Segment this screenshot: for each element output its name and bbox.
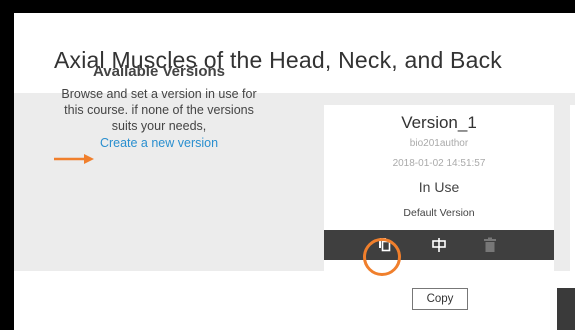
default-version-label: Default Version [403,207,475,219]
version-status: In Use [418,179,460,195]
copy-highlight-circle [363,238,401,276]
edit-button[interactable] [424,230,454,260]
copy-tooltip: Copy [412,288,468,310]
available-versions-panel: Available Versions Browse and set a vers… [34,63,284,152]
version-name: Version_1 [401,113,477,132]
create-new-version-link[interactable]: Create a new version [100,136,218,150]
version-card: Version_1 bio201author 2018-01-02 14:51:… [324,105,554,279]
version-toolbar [324,230,554,260]
version-author: bio201author [409,138,469,149]
page-frame: Axial Muscles of the Head, Neck, and Bac… [14,13,575,330]
version-date: 2018-01-02 14:51:57 [392,158,486,169]
available-versions-heading: Available Versions [92,63,225,80]
available-versions-description: Browse and set a version in use for this… [61,87,257,133]
edit-icon [432,238,446,252]
arrow-right-icon [54,154,94,164]
delete-button[interactable] [475,230,505,260]
corner-action-button[interactable] [557,288,575,330]
next-version-card-edge [570,105,575,279]
trash-icon [484,237,496,252]
